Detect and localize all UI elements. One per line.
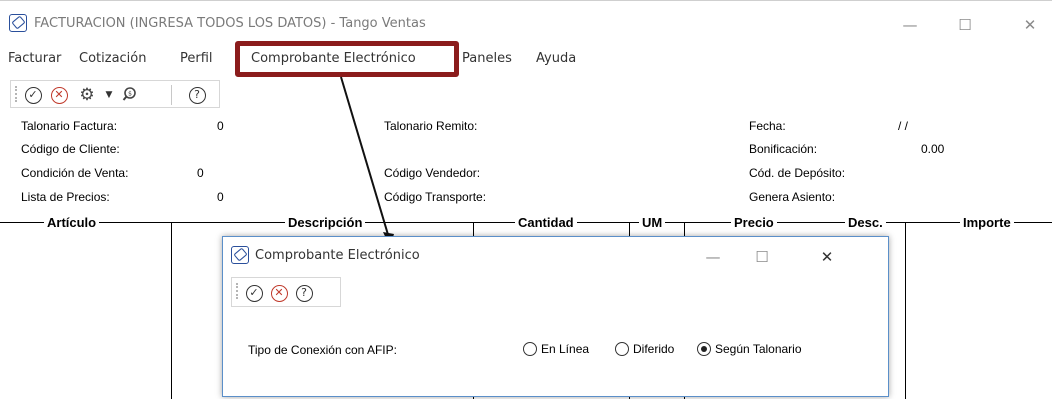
condicion-venta-value[interactable]: 0 [197, 166, 204, 180]
codigo-vendedor-label: Código Vendedor: [384, 166, 481, 180]
dialog-ok-icon[interactable]: ✓ [244, 283, 264, 303]
talonario-factura-value[interactable]: 0 [217, 119, 224, 133]
app-icon [9, 14, 27, 32]
window-title: FACTURACION (INGRESA TODOS LOS DATOS) - … [34, 16, 426, 31]
dialog-cancel-icon[interactable]: ✕ [269, 283, 289, 303]
maximize-button[interactable]: ☐ [950, 13, 980, 37]
search-icon[interactable]: $ [121, 85, 141, 105]
fecha-value[interactable]: / / [898, 119, 908, 133]
dialog-toolbar-grip[interactable] [236, 283, 238, 299]
ok-icon[interactable]: ✓ [23, 85, 43, 105]
dialog-maximize-button[interactable]: ☐ [747, 245, 777, 269]
menu-bar: Facturar Cotización Perfil Comprobante E… [0, 45, 1052, 71]
dialog-minimize-button[interactable]: — [698, 245, 728, 269]
bonificacion-label: Bonificación: [749, 142, 818, 156]
dialog-title: Comprobante Electrónico [255, 248, 420, 263]
dialog-help-icon[interactable]: ? [294, 283, 314, 303]
column-um[interactable]: UM [639, 215, 666, 230]
column-desc[interactable]: Desc. [845, 215, 886, 230]
settings-icon[interactable]: ⚙ [77, 85, 97, 105]
column-cantidad[interactable]: Cantidad [515, 215, 577, 230]
lista-precios-label: Lista de Precios: [21, 190, 110, 204]
title-bar: FACTURACION (INGRESA TODOS LOS DATOS) - … [0, 0, 1052, 44]
dialog-app-icon [231, 246, 249, 264]
genera-asiento-label: Genera Asiento: [749, 190, 836, 204]
codigo-transporte-label: Código Transporte: [384, 190, 487, 204]
menu-paneles[interactable]: Paneles [462, 51, 512, 66]
radio-diferido-label[interactable]: Diferido [633, 342, 674, 356]
radio-segun-talonario[interactable] [697, 342, 711, 356]
radio-diferido[interactable] [615, 342, 629, 356]
column-articulo[interactable]: Artículo [44, 215, 100, 230]
radio-segun-talonario-label[interactable]: Según Talonario [715, 342, 802, 356]
condicion-venta-label: Condición de Venta: [21, 166, 129, 180]
dropdown-arrow-icon[interactable]: ▼ [99, 85, 119, 105]
toolbar-grip[interactable] [15, 86, 17, 102]
comprobante-electronico-dialog: Comprobante Electrónico — ☐ ✕ ✓ ✕ ? Tipo… [222, 236, 889, 397]
menu-cotizacion[interactable]: Cotización [79, 51, 146, 66]
talonario-remito-label: Talonario Remito: [384, 119, 478, 133]
grid-divider [171, 222, 172, 399]
cod-deposito-label: Cód. de Depósito: [749, 166, 846, 180]
minimize-button[interactable]: — [895, 13, 925, 37]
cancel-icon[interactable]: ✕ [49, 85, 69, 105]
close-button[interactable]: ✕ [1015, 13, 1045, 37]
column-precio[interactable]: Precio [731, 215, 777, 230]
fecha-label: Fecha: [749, 119, 786, 133]
codigo-cliente-label: Código de Cliente: [21, 142, 120, 156]
talonario-factura-label: Talonario Factura: [21, 119, 118, 133]
tipo-conexion-label: Tipo de Conexión con AFIP: [248, 343, 397, 357]
menu-facturar[interactable]: Facturar [8, 51, 61, 66]
menu-highlight-annotation [235, 41, 459, 77]
menu-perfil[interactable]: Perfil [180, 51, 213, 66]
toolbar-separator [171, 85, 172, 105]
lista-precios-value[interactable]: 0 [217, 190, 224, 204]
radio-en-linea[interactable] [523, 342, 537, 356]
svg-text:$: $ [128, 91, 132, 98]
column-descripcion[interactable]: Descripción [285, 215, 366, 230]
main-toolbar: ✓ ✕ ⚙ ▼ $ ? [10, 80, 220, 108]
grid-divider [905, 222, 906, 399]
dialog-close-button[interactable]: ✕ [812, 245, 842, 269]
dialog-toolbar: ✓ ✕ ? [231, 277, 341, 307]
help-icon[interactable]: ? [187, 85, 207, 105]
bonificacion-value[interactable]: 0.00 [921, 142, 944, 156]
radio-en-linea-label[interactable]: En Línea [541, 342, 589, 356]
column-importe[interactable]: Importe [960, 215, 1014, 230]
menu-ayuda[interactable]: Ayuda [536, 51, 576, 66]
